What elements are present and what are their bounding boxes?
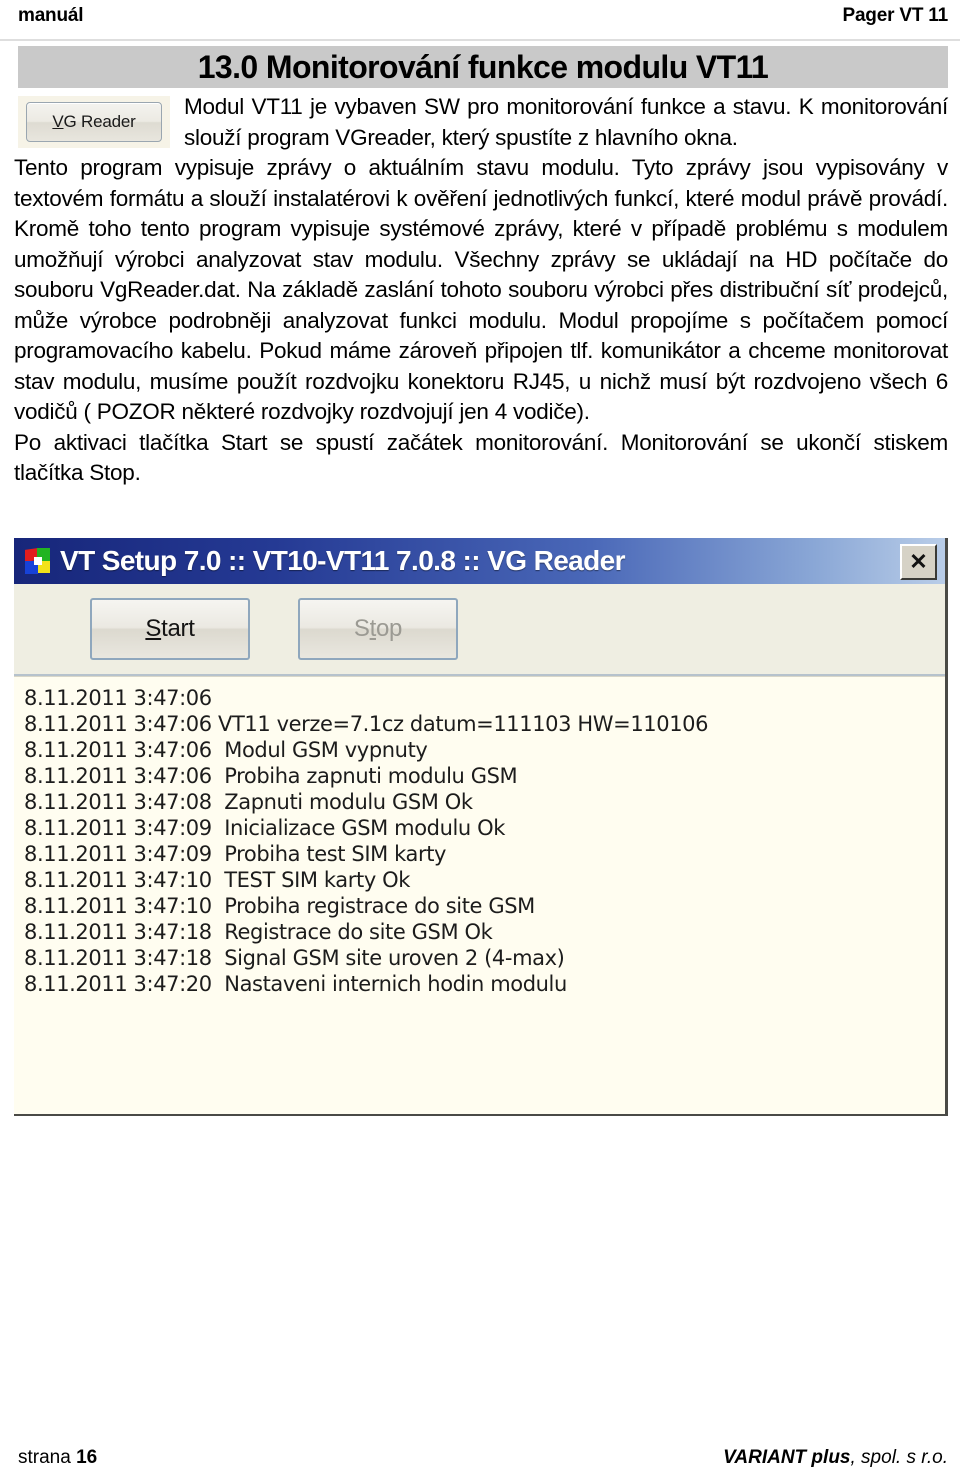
stop-label-prefix: S bbox=[353, 615, 370, 642]
stop-label-suffix: op bbox=[375, 615, 403, 642]
footer-strana-word: strana bbox=[18, 1447, 77, 1468]
app-toolbar: Start St op bbox=[14, 584, 945, 676]
vg-reader-accel-letter: V bbox=[52, 112, 64, 131]
start-accel-letter: S bbox=[145, 615, 162, 642]
chapter-title-banner: 13.0 Monitorování funkce modulu VT11 bbox=[18, 46, 948, 88]
log-line: 8.11.2011 3:47:06 Probiha zapnuti modulu… bbox=[24, 764, 518, 788]
log-line: 8.11.2011 3:47:10 Probiha registrace do … bbox=[24, 894, 535, 918]
log-line: 8.11.2011 3:47:06 Modul GSM vypnuty bbox=[24, 738, 428, 762]
body-paragraphs: Modul VT11 je vybaven SW pro monitorován… bbox=[14, 92, 948, 489]
company-suffix: , spol. s r.o. bbox=[850, 1447, 949, 1468]
start-label-suffix: tart bbox=[161, 615, 195, 642]
body-text-block: VG Reader Modul VT11 je vybaven SW pro m… bbox=[14, 92, 948, 489]
log-line: 8.11.2011 3:47:09 Probiha test SIM karty bbox=[24, 842, 447, 866]
vt-setup-app-icon bbox=[24, 547, 52, 575]
app-title-bar: VT Setup 7.0 :: VT10-VT11 7.0.8 :: VG Re… bbox=[14, 538, 945, 584]
page-running-footer: strana 16 VARIANT plus, spol. s r.o. bbox=[18, 1447, 948, 1469]
vg-reader-application-window: VT Setup 7.0 :: VT10-VT11 7.0.8 :: VG Re… bbox=[14, 538, 948, 1116]
log-line: 8.11.2011 3:47:18 Signal GSM site uroven… bbox=[24, 946, 565, 970]
header-divider-rule bbox=[0, 39, 960, 41]
start-button[interactable]: Start bbox=[90, 598, 250, 660]
log-line: 8.11.2011 3:47:10 TEST SIM karty Ok bbox=[24, 868, 411, 892]
log-line: 8.11.2011 3:47:20 Nastaveni internich ho… bbox=[24, 972, 567, 996]
log-line: 8.11.2011 3:47:18 Registrace do site GSM… bbox=[24, 920, 493, 944]
monitor-log-area[interactable]: 8.11.2011 3:47:06 8.11.2011 3:47:06 VT11… bbox=[14, 676, 945, 1114]
header-right-label: Pager VT 11 bbox=[842, 5, 948, 26]
company-brand: VARIANT plus bbox=[723, 1447, 851, 1468]
log-line: 8.11.2011 3:47:08 Zapnuti modulu GSM Ok bbox=[24, 790, 473, 814]
header-left-label: manuál bbox=[18, 5, 84, 26]
page-number-label: strana 16 bbox=[18, 1447, 97, 1469]
paragraph-3: Po aktivaci tlačítka Start se spustí zač… bbox=[14, 429, 948, 486]
vg-reader-button: VG Reader bbox=[26, 102, 162, 142]
vg-reader-button-figure: VG Reader bbox=[18, 96, 170, 148]
stop-button[interactable]: St op bbox=[298, 598, 458, 660]
page-running-header: manuál Pager VT 11 bbox=[18, 4, 948, 34]
page-title: 13.0 Monitorování funkce modulu VT11 bbox=[197, 49, 769, 85]
app-window-title: VT Setup 7.0 :: VT10-VT11 7.0.8 :: VG Re… bbox=[60, 545, 626, 576]
log-line: 8.11.2011 3:47:06 VT11 verze=7.1cz datum… bbox=[24, 712, 709, 736]
vg-reader-label-rest: G Reader bbox=[63, 112, 136, 131]
log-line: 8.11.2011 3:47:09 Inicializace GSM modul… bbox=[24, 816, 505, 840]
company-label: VARIANT plus, spol. s r.o. bbox=[723, 1447, 948, 1469]
log-line: 8.11.2011 3:47:06 bbox=[24, 686, 212, 710]
close-icon[interactable]: ✕ bbox=[900, 544, 937, 580]
footer-page-number: 16 bbox=[76, 1447, 98, 1468]
paragraph-2: Tento program vypisuje zprávy o aktuální… bbox=[14, 155, 948, 424]
